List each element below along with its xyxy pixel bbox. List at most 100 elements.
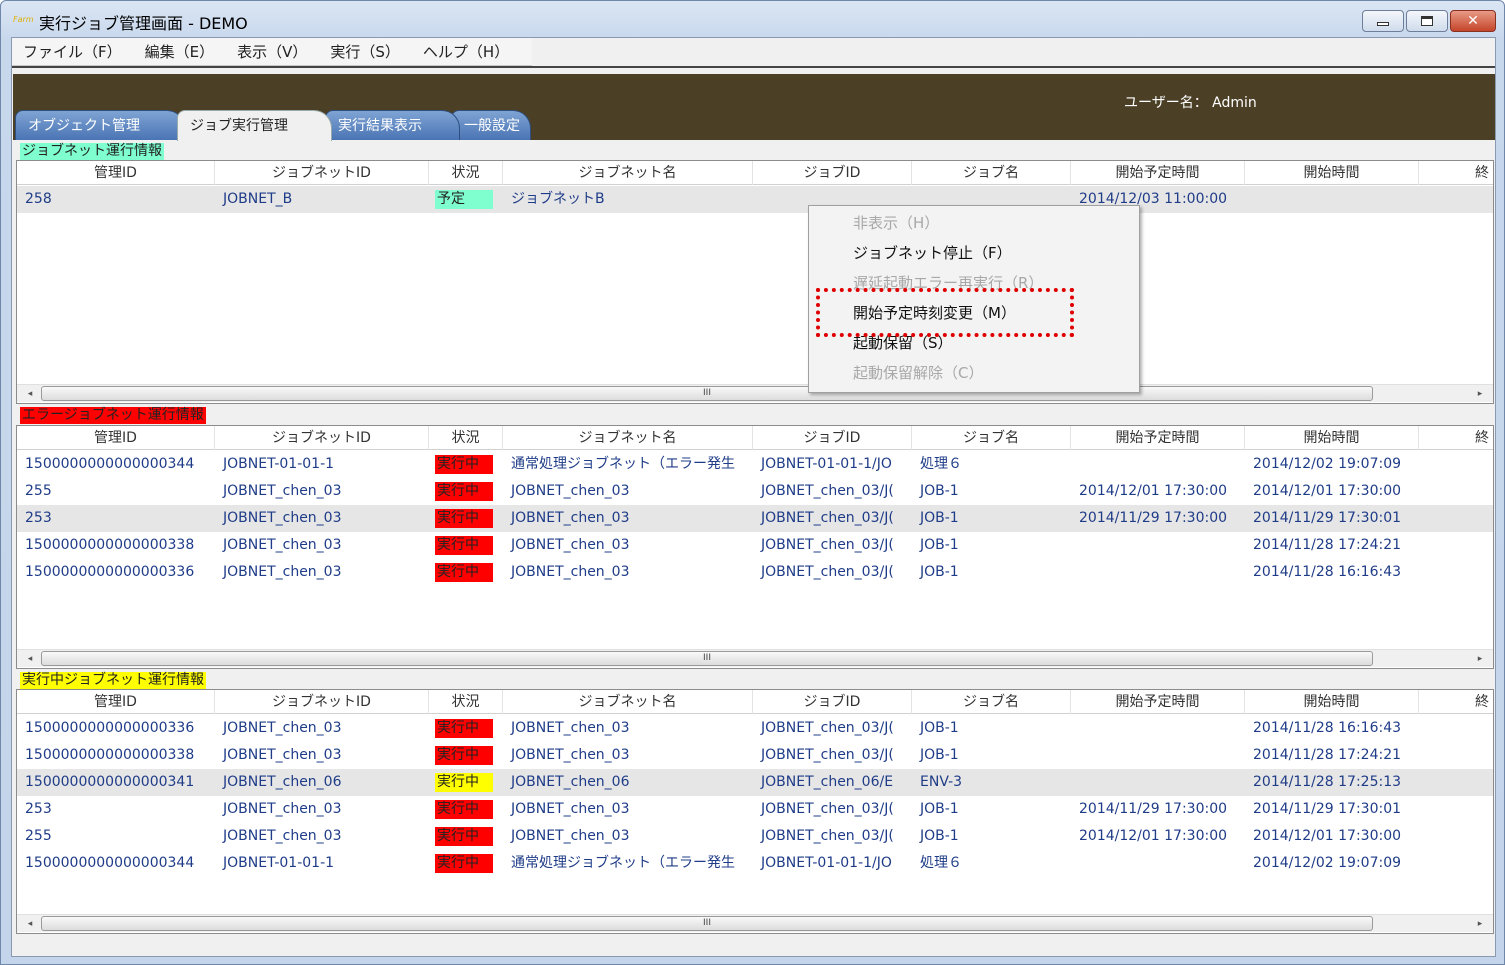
jobnet-horizontal-scrollbar[interactable]: ◂ III ▸ xyxy=(17,384,1493,402)
column-header-4[interactable]: ジョブID xyxy=(753,426,912,450)
running-horizontal-scrollbar[interactable]: ◂ III ▸ xyxy=(17,914,1493,932)
tab-0[interactable]: オブジェクト管理 xyxy=(15,110,185,140)
maximize-icon xyxy=(1421,16,1433,26)
scroll-thumb[interactable]: III xyxy=(41,651,1373,666)
tab-2[interactable]: 実行結果表示 xyxy=(325,110,460,140)
tab-3[interactable]: 一般設定 xyxy=(451,110,531,140)
scroll-right-icon[interactable]: ▸ xyxy=(1471,385,1489,403)
column-header-6[interactable]: 開始予定時間 xyxy=(1071,426,1245,450)
cell-job-id: JOBNET_chen_03/J( xyxy=(761,828,894,844)
column-header-3[interactable]: ジョブネット名 xyxy=(503,426,753,450)
column-header-2[interactable]: 状況 xyxy=(429,690,503,714)
status-badge: 実行中 xyxy=(435,773,493,792)
cell-jobnet-id: JOBNET_chen_03 xyxy=(223,801,342,817)
column-header-5[interactable]: ジョブ名 xyxy=(912,161,1071,185)
title-bar[interactable]: Farm 実行ジョブ管理画面 - DEMO ✕ xyxy=(1,1,1504,37)
column-header-7[interactable]: 開始時間 xyxy=(1245,426,1419,450)
context-menu-item-1[interactable]: ジョブネット停止（F） xyxy=(853,241,1012,265)
user-name-label: ユーザー名： Admin xyxy=(1124,95,1257,111)
menu-item-3[interactable]: 実行（S） xyxy=(319,41,412,62)
scroll-thumb[interactable]: III xyxy=(41,386,1373,401)
column-header-2[interactable]: 状況 xyxy=(429,161,503,185)
table-row[interactable]: 255 JOBNET_chen_03 実行中 JOBNET_chen_03 JOBNET… xyxy=(17,478,1493,505)
table-row[interactable]: 1500000000000000336 JOBNET_chen_03 実行中 JOBN… xyxy=(17,715,1493,742)
scroll-left-icon[interactable]: ◂ xyxy=(21,385,39,403)
column-header-5[interactable]: ジョブ名 xyxy=(912,690,1071,714)
table-row[interactable]: 253 JOBNET_chen_03 実行中 JOBNET_chen_03 JOBNET… xyxy=(17,505,1493,532)
column-header-8[interactable]: 終 xyxy=(1419,161,1493,185)
column-header-1[interactable]: ジョブネットID xyxy=(215,690,429,714)
column-header-5[interactable]: ジョブ名 xyxy=(912,426,1071,450)
column-header-3[interactable]: ジョブネット名 xyxy=(503,690,753,714)
table-row[interactable]: 1500000000000000336 JOBNET_chen_03 実行中 JOBN… xyxy=(17,559,1493,586)
column-header-2[interactable]: 状況 xyxy=(429,426,503,450)
table-row[interactable]: 258 JOBNET_B 予定 ジョブネットB 2014/12/03 11:00:00 xyxy=(17,186,1493,213)
column-header-1[interactable]: ジョブネットID xyxy=(215,426,429,450)
table-row[interactable]: 1500000000000000344 JOBNET-01-01-1 実行中 通常処理… xyxy=(17,850,1493,877)
table-row[interactable]: 1500000000000000344 JOBNET-01-01-1 実行中 通常処理… xyxy=(17,451,1493,478)
column-header-0[interactable]: 管理ID xyxy=(17,690,215,714)
maximize-button[interactable] xyxy=(1406,10,1448,32)
cell-job-name: ENV-3 xyxy=(920,774,963,790)
menu-item-4[interactable]: ヘルプ（H） xyxy=(412,41,521,62)
minimize-button[interactable] xyxy=(1362,10,1404,32)
column-header-8[interactable]: 終 xyxy=(1419,690,1493,714)
column-header-7[interactable]: 開始時間 xyxy=(1245,161,1419,185)
cell-id: 253 xyxy=(25,510,52,526)
table-row[interactable]: 1500000000000000341 JOBNET_chen_06 実行中 JOBN… xyxy=(17,769,1493,796)
cell-jobnet-id: JOBNET_chen_03 xyxy=(223,747,342,763)
status-badge: 予定 xyxy=(435,190,493,209)
table-row[interactable]: 1500000000000000338 JOBNET_chen_03 実行中 JOBN… xyxy=(17,532,1493,559)
column-header-4[interactable]: ジョブID xyxy=(753,161,912,185)
status-badge: 実行中 xyxy=(435,455,493,474)
menu-item-0[interactable]: ファイル（F） xyxy=(12,41,134,62)
table-row[interactable]: 1500000000000000338 JOBNET_chen_03 実行中 JOBN… xyxy=(17,742,1493,769)
column-header-1[interactable]: ジョブネットID xyxy=(215,161,429,185)
tab-1[interactable]: ジョブ実行管理 xyxy=(177,110,332,141)
cell-job-id: JOBNET_chen_06/E xyxy=(761,774,894,790)
menu-item-1[interactable]: 編集（E） xyxy=(134,41,226,62)
column-header-6[interactable]: 開始予定時間 xyxy=(1071,161,1245,185)
scroll-left-icon[interactable]: ◂ xyxy=(21,650,39,668)
cell-job-name: JOB-1 xyxy=(920,564,959,580)
scroll-right-icon[interactable]: ▸ xyxy=(1471,915,1489,933)
status-badge: 実行中 xyxy=(435,719,493,738)
cell-jobnet-name: JOBNET_chen_03 xyxy=(511,801,630,817)
cell-planned: 2014/11/29 17:30:00 xyxy=(1079,510,1228,526)
cell-jobnet-name: 通常処理ジョブネット（エラー発生 xyxy=(511,855,735,871)
cell-jobnet-name: JOBNET_chen_03 xyxy=(511,510,630,526)
cell-id: 253 xyxy=(25,801,52,817)
table-row[interactable]: 253 JOBNET_chen_03 実行中 JOBNET_chen_03 JOBNET… xyxy=(17,796,1493,823)
column-header-7[interactable]: 開始時間 xyxy=(1245,690,1419,714)
close-button[interactable]: ✕ xyxy=(1450,10,1496,32)
column-header-8[interactable]: 終 xyxy=(1419,426,1493,450)
cell-planned xyxy=(1071,532,1245,559)
table-row[interactable]: 255 JOBNET_chen_03 実行中 JOBNET_chen_03 JOBNET… xyxy=(17,823,1493,850)
cell-planned xyxy=(1071,559,1245,586)
cell-jobnet-name: ジョブネットB xyxy=(511,191,605,207)
error-horizontal-scrollbar[interactable]: ◂ III ▸ xyxy=(17,649,1493,667)
cell-start: 2014/11/28 17:24:21 xyxy=(1253,537,1402,553)
scroll-thumb[interactable]: III xyxy=(41,916,1373,931)
cell-job-name: 処理６ xyxy=(920,456,962,472)
minimize-icon xyxy=(1377,22,1389,26)
cell-jobnet-id: JOBNET_B xyxy=(223,191,293,207)
cell-job-id: JOBNET-01-01-1/JO xyxy=(761,855,892,871)
column-header-0[interactable]: 管理ID xyxy=(17,426,215,450)
scroll-right-icon[interactable]: ▸ xyxy=(1471,650,1489,668)
cell-jobnet-name: JOBNET_chen_06 xyxy=(511,774,630,790)
cell-planned: 2014/11/29 17:30:00 xyxy=(1079,801,1228,817)
cell-start xyxy=(1245,186,1419,213)
column-header-0[interactable]: 管理ID xyxy=(17,161,215,185)
menu-item-2[interactable]: 表示（V） xyxy=(226,41,319,62)
status-badge: 実行中 xyxy=(435,536,493,555)
cell-planned: 2014/12/01 17:30:00 xyxy=(1079,483,1228,499)
column-header-4[interactable]: ジョブID xyxy=(753,690,912,714)
cell-start: 2014/12/01 17:30:00 xyxy=(1253,483,1402,499)
cell-jobnet-name: JOBNET_chen_03 xyxy=(511,828,630,844)
cell-jobnet-id: JOBNET_chen_03 xyxy=(223,828,342,844)
column-header-3[interactable]: ジョブネット名 xyxy=(503,161,753,185)
cell-jobnet-id: JOBNET_chen_03 xyxy=(223,564,342,580)
column-header-6[interactable]: 開始予定時間 xyxy=(1071,690,1245,714)
scroll-left-icon[interactable]: ◂ xyxy=(21,915,39,933)
